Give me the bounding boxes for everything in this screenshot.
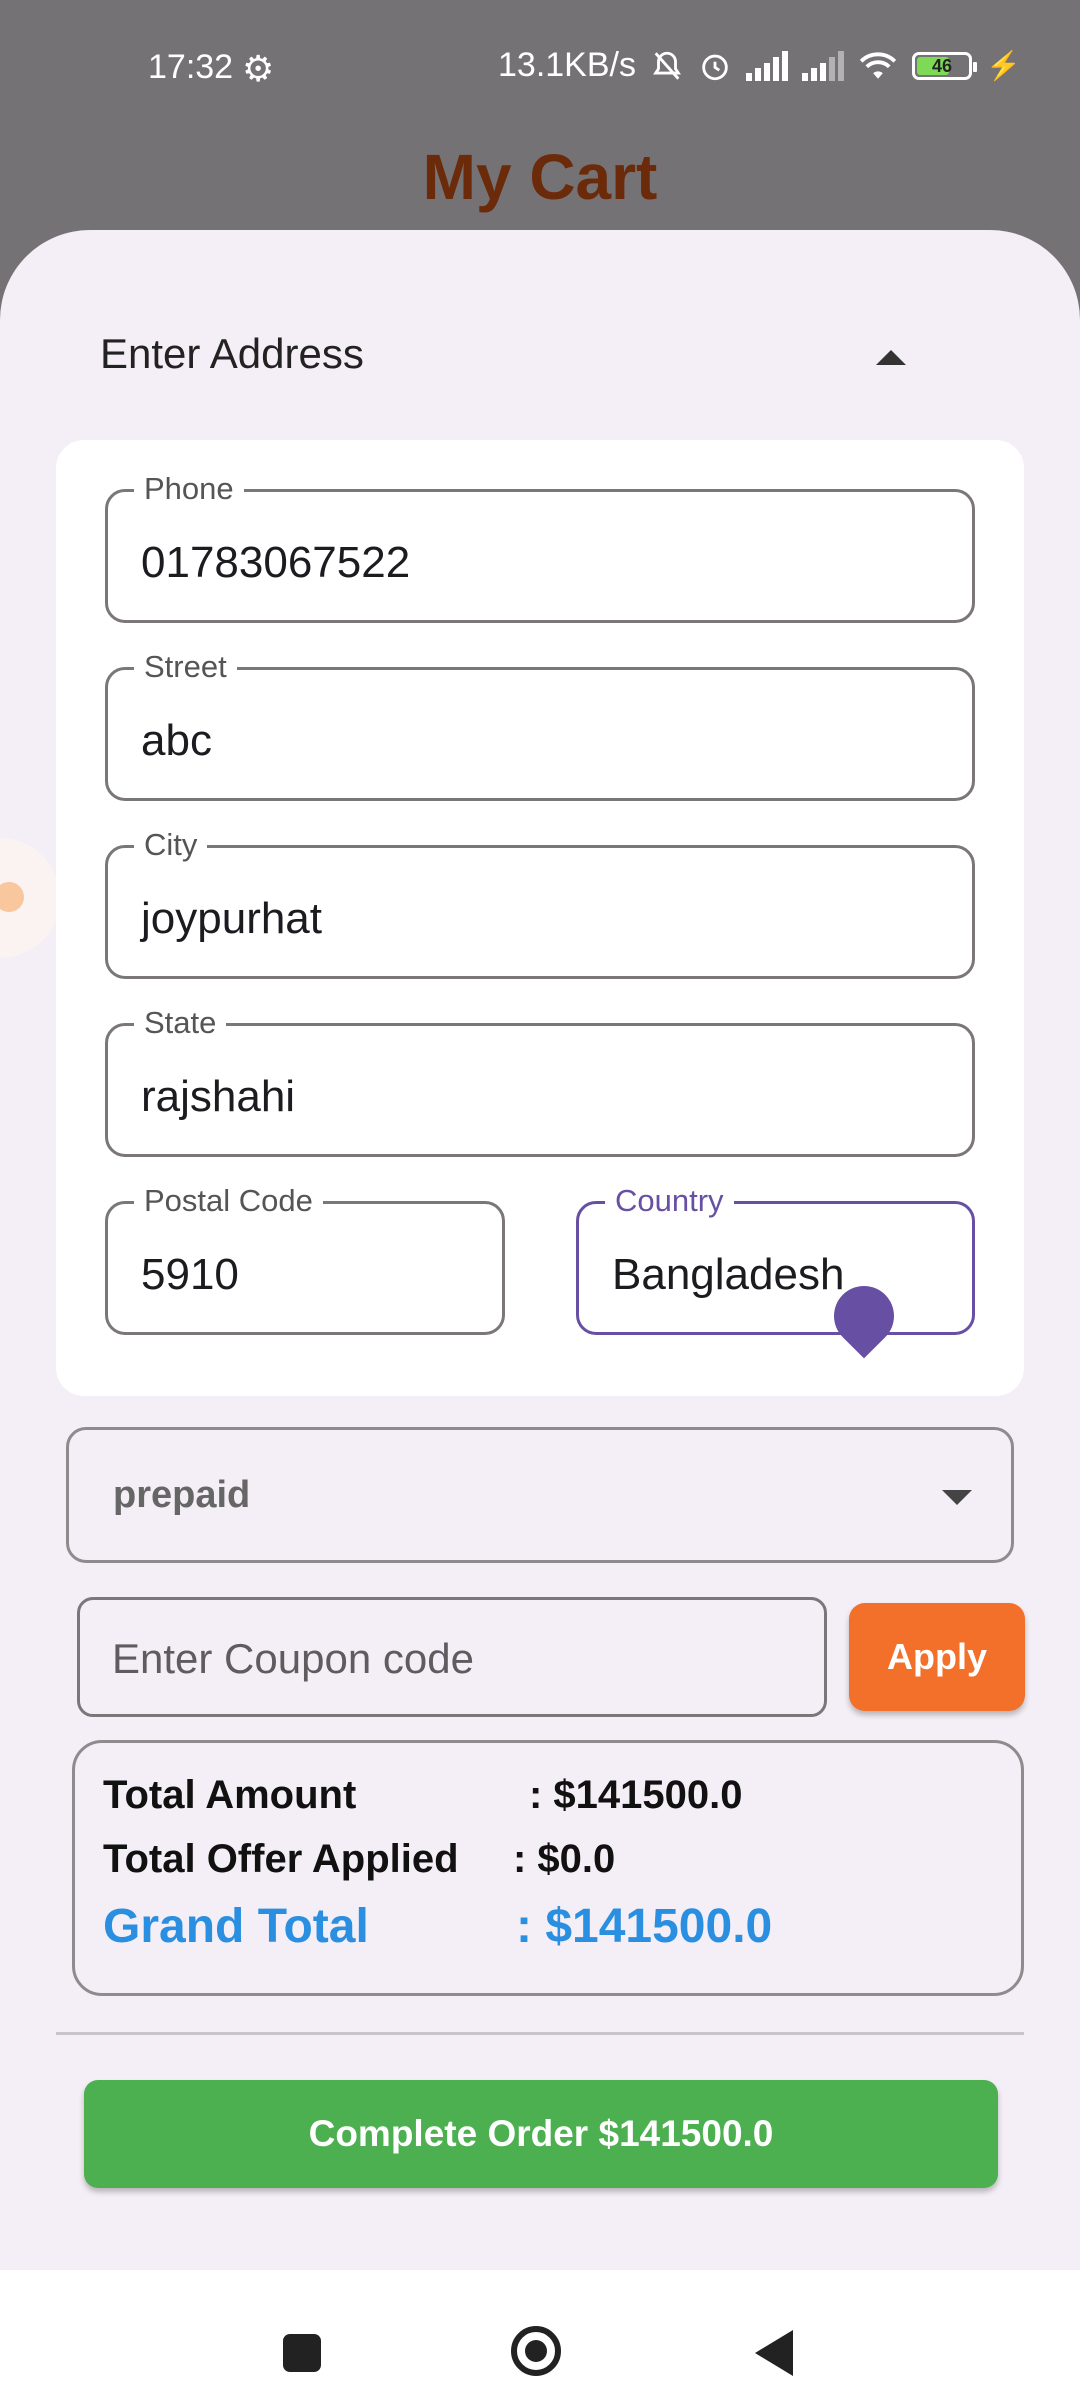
chevron-down-icon <box>942 1490 972 1505</box>
status-bar: 17:32 ⚙ 13.1KB/s 46 ⚡ <box>0 0 1080 140</box>
state-field[interactable]: State rajshahi <box>105 1006 975 1157</box>
battery-icon: 46 <box>911 51 977 80</box>
total-amount-label: Total Amount <box>103 1773 357 1817</box>
chevron-up-icon[interactable] <box>876 350 906 365</box>
payment-method-value: prepaid <box>113 1474 251 1516</box>
country-value: Bangladesh <box>612 1250 845 1299</box>
floating-handle[interactable] <box>0 838 60 958</box>
street-value: abc <box>141 716 212 765</box>
postal-code-value: 5910 <box>141 1250 239 1299</box>
network-speed: 13.1KB/s <box>498 46 636 84</box>
phone-field[interactable]: Phone 01783067522 <box>105 472 975 623</box>
street-field[interactable]: Street abc <box>105 650 975 801</box>
wifi-icon <box>858 50 898 82</box>
country-field[interactable]: Country Bangladesh <box>576 1184 975 1359</box>
alarm-icon <box>698 49 732 83</box>
signal-icon <box>801 50 844 81</box>
back-icon[interactable] <box>755 2330 793 2376</box>
city-label: City <box>134 828 208 862</box>
complete-order-button[interactable]: Complete Order $141500.0 <box>84 2080 998 2188</box>
signal-icon <box>745 50 788 81</box>
system-nav-bar <box>0 2270 1080 2400</box>
grand-total-row: Grand Total : $141500.0 <box>103 1899 772 1954</box>
apply-coupon-button[interactable]: Apply <box>849 1603 1025 1711</box>
cart-sheet: Enter Address Phone 01783067522 Street a… <box>0 230 1080 2270</box>
page-title: My Cart <box>422 141 658 213</box>
phone-label: Phone <box>134 472 244 506</box>
divider <box>56 2032 1024 2035</box>
offer-value: : $0.0 <box>513 1837 616 1881</box>
payment-method-dropdown[interactable]: prepaid <box>66 1427 1014 1563</box>
street-label: Street <box>134 650 237 684</box>
address-form-card: Phone 01783067522 Street abc City joypur… <box>56 440 1024 1396</box>
grand-total-value: : $141500.0 <box>516 1900 773 1953</box>
total-amount-value: : $141500.0 <box>529 1773 743 1817</box>
city-value: joypurhat <box>141 894 323 943</box>
coupon-field[interactable] <box>77 1597 827 1717</box>
address-section-header[interactable]: Enter Address <box>100 330 364 378</box>
home-icon[interactable] <box>511 2326 561 2376</box>
gear-icon: ⚙ <box>242 48 275 89</box>
grand-total-label: Grand Total <box>103 1900 369 1953</box>
state-value: rajshahi <box>141 1072 296 1121</box>
postal-code-label: Postal Code <box>134 1184 323 1218</box>
status-icons: 13.1KB/s 46 ⚡ <box>498 46 1021 85</box>
state-label: State <box>134 1006 227 1040</box>
coupon-input[interactable] <box>110 1628 794 1690</box>
recents-icon[interactable] <box>283 2334 321 2372</box>
offer-row: Total Offer Applied : $0.0 <box>103 1837 615 1882</box>
city-field[interactable]: City joypurhat <box>105 828 975 979</box>
charging-icon: ⚡ <box>985 50 1021 81</box>
country-label: Country <box>605 1184 734 1218</box>
handle-dot-icon <box>0 882 24 912</box>
offer-label: Total Offer Applied <box>103 1837 459 1881</box>
status-time: 17:32 <box>148 48 234 86</box>
phone-value: 01783067522 <box>141 538 411 587</box>
postal-code-field[interactable]: Postal Code 5910 <box>105 1184 505 1335</box>
total-amount-row: Total Amount : $141500.0 <box>103 1773 743 1818</box>
order-summary: Total Amount : $141500.0 Total Offer App… <box>72 1740 1024 1996</box>
bell-off-icon <box>650 49 684 83</box>
